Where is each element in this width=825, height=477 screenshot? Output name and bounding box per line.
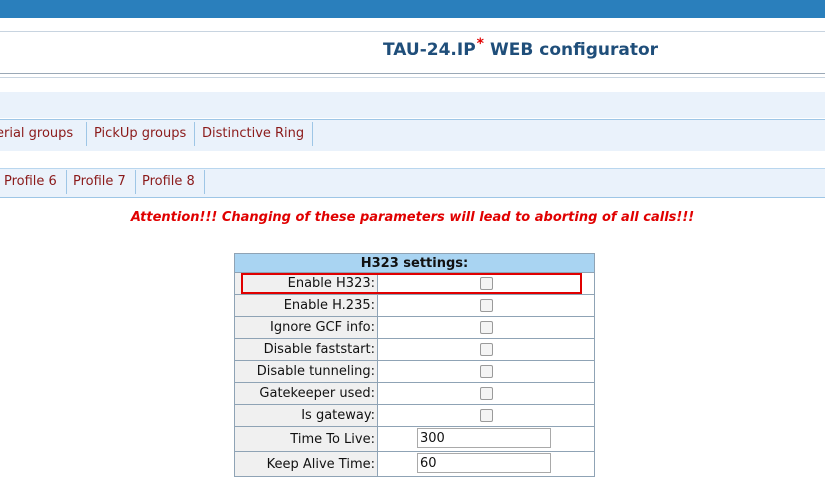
- disable-faststart-cell: [377, 338, 595, 361]
- time-to-live-label: Time To Live:: [234, 426, 378, 452]
- ignore-gcf-info-checkbox[interactable]: [479, 321, 493, 334]
- is-gateway-checkbox[interactable]: [479, 409, 493, 422]
- menu-item-pickup-groups[interactable]: PickUp groups: [94, 122, 195, 146]
- gatekeeper-used-cell: [377, 382, 595, 405]
- tab-profile-8[interactable]: Profile 8: [142, 170, 205, 194]
- tab-profile-6[interactable]: Profile 6: [4, 170, 67, 194]
- keep-alive-time-input[interactable]: 60: [417, 453, 551, 473]
- enable-h323-cell: [377, 272, 595, 295]
- top-menu-band: [0, 92, 825, 118]
- title-divider-top: [0, 31, 825, 32]
- time-to-live-input[interactable]: 300: [417, 428, 551, 448]
- table-row: Enable H.235:: [234, 294, 595, 317]
- disable-tunneling-checkbox[interactable]: [479, 365, 493, 378]
- disable-faststart-checkbox[interactable]: [479, 343, 493, 356]
- table-row: Time To Live: 300: [234, 426, 595, 452]
- enable-h323-label: Enable H323:: [234, 272, 378, 295]
- gatekeeper-used-label: Gatekeeper used:: [234, 382, 378, 405]
- disable-tunneling-cell: [377, 360, 595, 383]
- ignore-gcf-info-label: Ignore GCF info:: [234, 316, 378, 339]
- disable-tunneling-label: Disable tunneling:: [234, 360, 378, 383]
- time-to-live-cell: 300: [377, 426, 595, 452]
- title-divider-bottom-1: [0, 73, 825, 74]
- table-row: Enable H323:: [234, 272, 595, 295]
- tab-profile-7[interactable]: Profile 7: [73, 170, 136, 194]
- menu-row-1: erial groups PickUp groups Distinctive R…: [0, 119, 825, 151]
- enable-h323-checkbox[interactable]: [479, 277, 493, 290]
- disable-faststart-label: Disable faststart:: [234, 338, 378, 361]
- app-title: TAU-24.IP* WEB configurator: [383, 36, 659, 60]
- table-row: Is gateway:: [234, 404, 595, 427]
- app-title-star: *: [476, 36, 484, 52]
- top-bar: [0, 0, 825, 18]
- is-gateway-cell: [377, 404, 595, 427]
- app-title-name: TAU-24.IP: [383, 40, 476, 60]
- menu-row-2: Profile 6 Profile 7 Profile 8: [0, 168, 825, 198]
- menu-item-serial-groups[interactable]: erial groups: [0, 122, 87, 146]
- ignore-gcf-info-cell: [377, 316, 595, 339]
- h323-settings-table: H323 settings: Enable H323: Enable H.235…: [234, 253, 595, 477]
- attention-warning: Attention!!! Changing of these parameter…: [130, 210, 695, 225]
- gatekeeper-used-checkbox[interactable]: [479, 387, 493, 400]
- table-row: Disable faststart:: [234, 338, 595, 361]
- is-gateway-label: Is gateway:: [234, 404, 378, 427]
- table-row: Ignore GCF info:: [234, 316, 595, 339]
- h323-settings-header: H323 settings:: [234, 253, 595, 273]
- app-title-suffix: WEB configurator: [490, 40, 659, 60]
- enable-h235-checkbox[interactable]: [479, 299, 493, 312]
- enable-h235-label: Enable H.235:: [234, 294, 378, 317]
- enable-h235-cell: [377, 294, 595, 317]
- table-row: Disable tunneling:: [234, 360, 595, 383]
- menu-item-distinctive-ring[interactable]: Distinctive Ring: [202, 122, 313, 146]
- table-row: Gatekeeper used:: [234, 382, 595, 405]
- title-divider-bottom-2: [0, 77, 825, 78]
